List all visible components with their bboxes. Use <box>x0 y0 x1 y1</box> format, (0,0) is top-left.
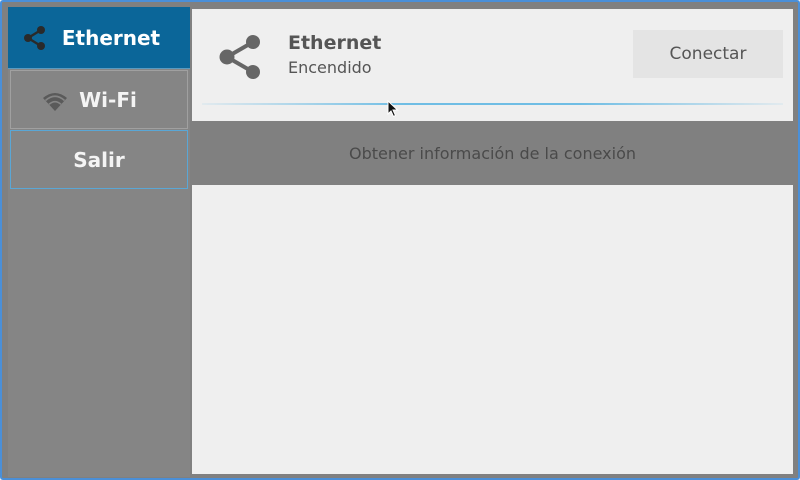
sidebar: Ethernet Wi-Fi Salir <box>8 7 190 477</box>
connection-status: Encendido <box>288 58 372 77</box>
divider <box>202 103 783 105</box>
share-icon <box>22 25 48 51</box>
wifi-icon <box>41 91 69 113</box>
sidebar-item-label: Wi-Fi <box>79 87 137 112</box>
mouse-cursor-icon <box>387 100 399 118</box>
connection-header: Ethernet Encendido Conectar <box>192 9 793 104</box>
connection-info-button[interactable]: Obtener información de la conexión <box>192 121 793 185</box>
app-window: Ethernet Wi-Fi Salir Ethernet Encendido … <box>0 0 800 480</box>
connection-title: Ethernet <box>288 32 382 54</box>
sidebar-item-exit[interactable]: Salir <box>10 130 188 189</box>
main-panel: Ethernet Encendido Conectar Obtener info… <box>192 9 793 474</box>
connection-info-label: Obtener información de la conexión <box>348 143 637 163</box>
sidebar-item-label: Ethernet <box>61 25 161 50</box>
share-icon <box>216 33 264 81</box>
sidebar-item-ethernet[interactable]: Ethernet <box>8 7 190 69</box>
sidebar-item-wifi[interactable]: Wi-Fi <box>10 70 188 129</box>
connect-button[interactable]: Conectar <box>633 30 783 78</box>
sidebar-item-label: Salir <box>73 147 125 172</box>
